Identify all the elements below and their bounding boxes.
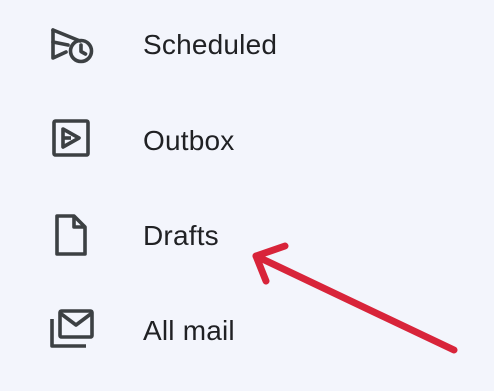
nav-item-label: All mail (143, 315, 235, 346)
nav-item-outbox[interactable]: Outbox (0, 94, 494, 184)
scheduled-send-icon (44, 18, 100, 70)
nav-item-label: Drafts (143, 220, 219, 251)
outbox-icon (44, 113, 100, 165)
navigation-drawer: Scheduled Outbox Drafts All mail (0, 0, 494, 391)
nav-item-drafts[interactable]: Drafts (0, 190, 494, 280)
draft-icon (44, 209, 100, 261)
nav-item-label: Scheduled (143, 29, 278, 60)
nav-item-label: Outbox (143, 125, 235, 156)
nav-item-all-mail[interactable]: All mail (0, 284, 494, 374)
nav-item-scheduled[interactable]: Scheduled (0, 0, 494, 90)
all-mail-icon (44, 303, 100, 355)
